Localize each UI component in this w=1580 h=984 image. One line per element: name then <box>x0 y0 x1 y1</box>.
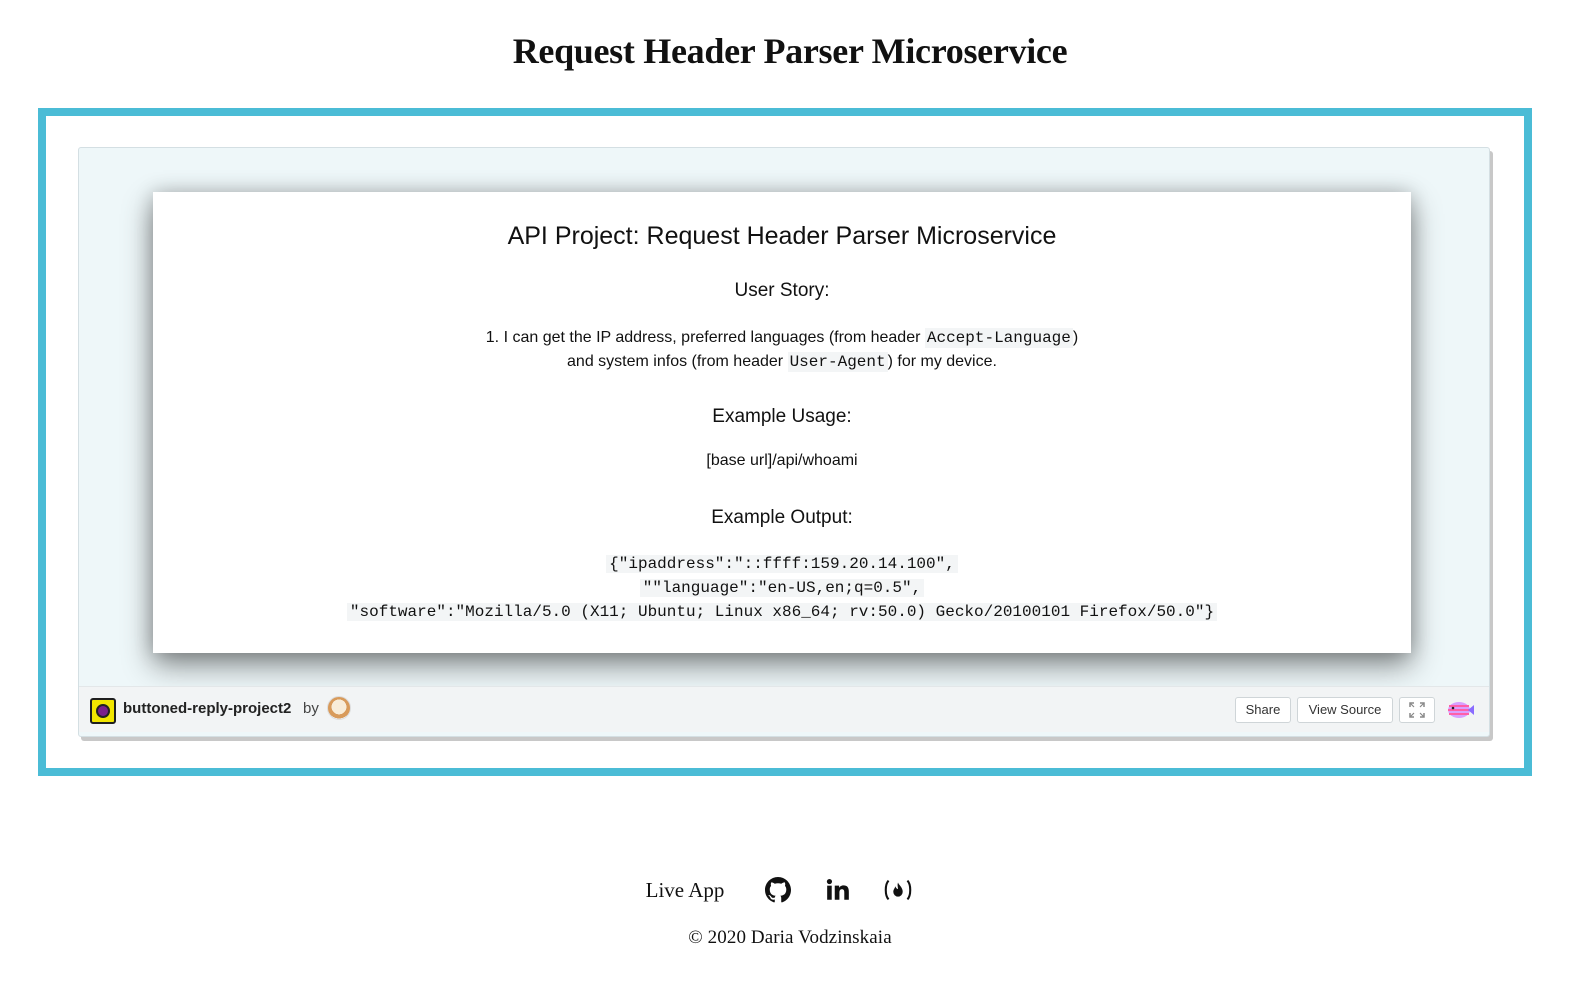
output-line: "software":"Mozilla/5.0 (X11; Ubuntu; Li… <box>153 600 1411 624</box>
glitch-project-logo-icon[interactable] <box>90 698 116 724</box>
app-title: API Project: Request Header Parser Micro… <box>507 222 1057 250</box>
example-usage-heading: Example Usage: <box>712 406 852 427</box>
output-line: ""language":"en-US,en;q=0.5", <box>153 576 1411 600</box>
output-line: {"ipaddress":"::ffff:159.20.14.100", <box>153 552 1411 576</box>
output-line-text: "software":"Mozilla/5.0 (X11; Ubuntu; Li… <box>346 603 1218 621</box>
page-title: Request Header Parser Microservice <box>512 31 1068 71</box>
example-output-heading: Example Output: <box>711 507 853 528</box>
glitch-fish-icon[interactable] <box>1446 699 1474 721</box>
output-line-text: {"ipaddress":"::ffff:159.20.14.100", <box>606 555 958 573</box>
by-label: by <box>303 700 319 717</box>
fullscreen-button[interactable] <box>1399 697 1435 723</box>
story-line-1-suffix: ) <box>1072 329 1079 346</box>
example-output-code: {"ipaddress":"::ffff:159.20.14.100", ""l… <box>153 552 1411 624</box>
linkedin-icon[interactable] <box>822 874 854 906</box>
story-line-2-suffix: ) for my device. <box>887 353 997 370</box>
live-app-link[interactable]: Live App <box>646 878 725 903</box>
copyright-text: © 2020 Daria Vodzinskaia <box>688 927 892 948</box>
output-line-text: ""language":"en-US,en;q=0.5", <box>639 579 925 597</box>
fullscreen-icon <box>1409 702 1425 718</box>
user-avatar[interactable] <box>327 696 351 720</box>
story-line-2-prefix: and system infos (from header <box>567 353 788 370</box>
story-line-2: and system infos (from header User-Agent… <box>153 350 1411 374</box>
embed-footer: buttoned-reply-project2 by Share View So… <box>79 686 1489 732</box>
footer-links: Live App <box>0 872 1580 908</box>
freecodecamp-icon[interactable] <box>882 874 914 906</box>
story-line-1: 1. I can get the IP address, preferred l… <box>153 326 1411 350</box>
example-usage-text: [base url]/api/whoami <box>706 452 858 469</box>
user-story-text: 1. I can get the IP address, preferred l… <box>153 326 1411 374</box>
project-name-link[interactable]: buttoned-reply-project2 <box>123 700 291 717</box>
accept-language-code: Accept-Language <box>924 328 1073 348</box>
view-source-button[interactable]: View Source <box>1297 697 1393 723</box>
app-card: API Project: Request Header Parser Micro… <box>153 192 1411 653</box>
share-button[interactable]: Share <box>1235 697 1291 723</box>
github-icon[interactable] <box>762 874 794 906</box>
user-story-heading: User Story: <box>734 280 830 301</box>
user-agent-code: User-Agent <box>787 352 888 372</box>
story-line-1-prefix: 1. I can get the IP address, preferred l… <box>485 329 925 346</box>
